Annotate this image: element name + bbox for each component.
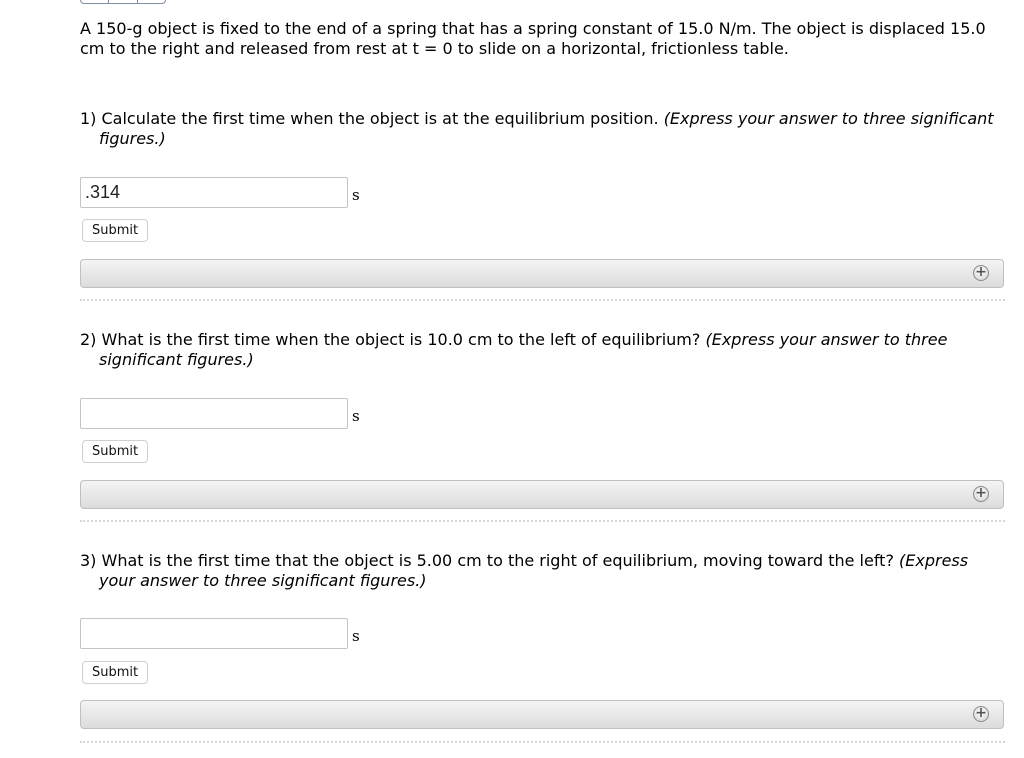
question-3: 3) What is the first time that the objec… xyxy=(80,551,1005,591)
question-2-prompt: 2) What is the first time when the objec… xyxy=(80,330,1005,370)
question-1-feedback-bar[interactable]: + xyxy=(80,259,1004,288)
question-3-prompt: 3) What is the first time that the objec… xyxy=(80,551,1005,591)
question-2-feedback-bar[interactable]: + xyxy=(80,480,1004,509)
question-1-submit-button[interactable]: Submit xyxy=(82,219,149,242)
question-2-answer-input[interactable] xyxy=(80,398,348,429)
divider xyxy=(80,520,1005,522)
top-tab-strip[interactable] xyxy=(80,0,166,4)
question-3-text: 3) What is the first time that the objec… xyxy=(80,551,894,570)
question-3-feedback-bar[interactable]: + xyxy=(80,700,1004,729)
divider xyxy=(80,741,1005,743)
question-2-submit-button[interactable]: Submit xyxy=(82,440,149,463)
top-tab-3[interactable] xyxy=(138,0,165,3)
question-3-answer-input[interactable] xyxy=(80,618,348,649)
top-tab-2[interactable] xyxy=(109,0,138,3)
question-2-text: 2) What is the first time when the objec… xyxy=(80,330,701,349)
plus-circle-icon[interactable]: + xyxy=(973,706,989,722)
question-1-text: 1) Calculate the first time when the obj… xyxy=(80,109,659,128)
question-2: 2) What is the first time when the objec… xyxy=(80,330,1005,370)
divider xyxy=(80,299,1005,301)
question-3-unit: s xyxy=(352,627,360,645)
question-3-submit-button[interactable]: Submit xyxy=(82,661,149,684)
plus-circle-icon[interactable]: + xyxy=(973,486,989,502)
question-1-unit: s xyxy=(352,186,360,204)
question-2-unit: s xyxy=(352,407,360,425)
question-1: 1) Calculate the first time when the obj… xyxy=(80,109,1005,149)
plus-circle-icon[interactable]: + xyxy=(973,265,989,281)
question-1-answer-input[interactable] xyxy=(80,177,348,208)
top-tab-1[interactable] xyxy=(81,0,110,3)
problem-statement: A 150-g object is fixed to the end of a … xyxy=(80,19,986,58)
question-1-prompt: 1) Calculate the first time when the obj… xyxy=(80,109,1005,149)
